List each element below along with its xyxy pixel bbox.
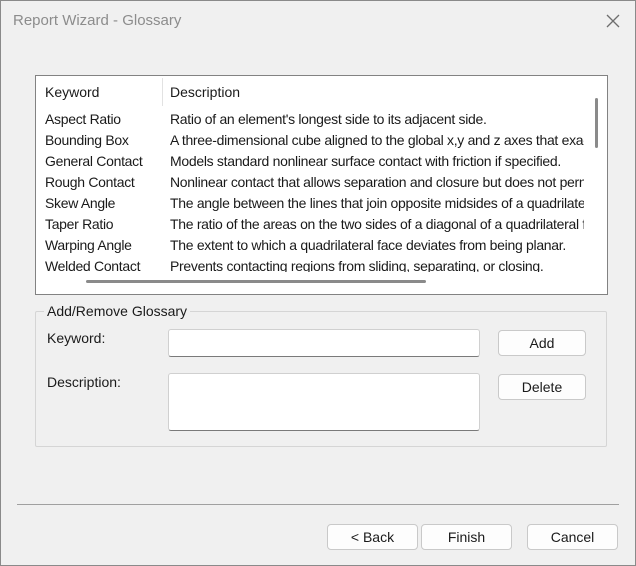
delete-button[interactable]: Delete xyxy=(498,374,586,400)
description-cell: Nonlinear contact that allows separation… xyxy=(170,174,584,190)
list-item[interactable]: Warping Angle The extent to which a quad… xyxy=(36,236,596,257)
close-icon xyxy=(606,14,620,28)
description-cell: Models standard nonlinear surface contac… xyxy=(170,153,561,169)
window-title: Report Wizard - Glossary xyxy=(13,12,182,29)
vertical-scrollbar[interactable] xyxy=(595,98,598,148)
finish-button[interactable]: Finish xyxy=(421,524,512,550)
list-item[interactable]: Aspect Ratio Ratio of an element's longe… xyxy=(36,110,596,131)
column-header-keyword[interactable]: Keyword xyxy=(45,84,99,100)
footer-divider xyxy=(17,504,619,505)
glossary-list[interactable]: Keyword Description Aspect Ratio Ratio o… xyxy=(35,75,608,295)
description-cell: The angle between the lines that join op… xyxy=(170,195,584,211)
horizontal-scrollbar[interactable] xyxy=(86,280,426,283)
keyword-cell: Bounding Box xyxy=(45,132,129,148)
description-cell: Ratio of an element's longest side to it… xyxy=(170,111,487,127)
group-label: Add/Remove Glossary xyxy=(44,303,191,319)
keyword-cell: Aspect Ratio xyxy=(45,111,121,127)
glossary-dialog: Report Wizard - Glossary Keyword Descrip… xyxy=(0,0,636,566)
keyword-cell: Taper Ratio xyxy=(45,216,114,232)
keyword-cell: Welded Contact xyxy=(45,258,141,272)
list-item[interactable]: General Contact Models standard nonlinea… xyxy=(36,152,596,173)
description-label: Description: xyxy=(47,374,121,390)
description-cell: Prevents contacting regions from sliding… xyxy=(170,258,544,272)
list-item[interactable]: Rough Contact Nonlinear contact that all… xyxy=(36,173,596,194)
list-header: Keyword Description xyxy=(36,76,596,108)
description-cell: A three-dimensional cube aligned to the … xyxy=(170,132,584,148)
column-separator[interactable] xyxy=(162,78,163,106)
cancel-button[interactable]: Cancel xyxy=(527,524,618,550)
keyword-cell: Warping Angle xyxy=(45,237,132,253)
add-button[interactable]: Add xyxy=(498,330,586,356)
keyword-cell: Skew Angle xyxy=(45,195,116,211)
keyword-cell: Rough Contact xyxy=(45,174,135,190)
list-item[interactable]: Welded Contact Prevents contacting regio… xyxy=(36,257,596,272)
description-cell: The ratio of the areas on the two sides … xyxy=(170,216,584,232)
keyword-input[interactable] xyxy=(168,329,480,357)
keyword-cell: General Contact xyxy=(45,153,143,169)
description-input[interactable] xyxy=(168,373,480,431)
list-item[interactable]: Skew Angle The angle between the lines t… xyxy=(36,194,596,215)
title-bar: Report Wizard - Glossary xyxy=(1,1,635,41)
list-item[interactable]: Taper Ratio The ratio of the areas on th… xyxy=(36,215,596,236)
column-header-description[interactable]: Description xyxy=(170,84,240,100)
back-button[interactable]: < Back xyxy=(327,524,418,550)
close-button[interactable] xyxy=(599,7,627,35)
keyword-label: Keyword: xyxy=(47,330,106,346)
description-cell: The extent to which a quadrilateral face… xyxy=(170,237,566,253)
list-item[interactable]: Bounding Box A three-dimensional cube al… xyxy=(36,131,596,152)
